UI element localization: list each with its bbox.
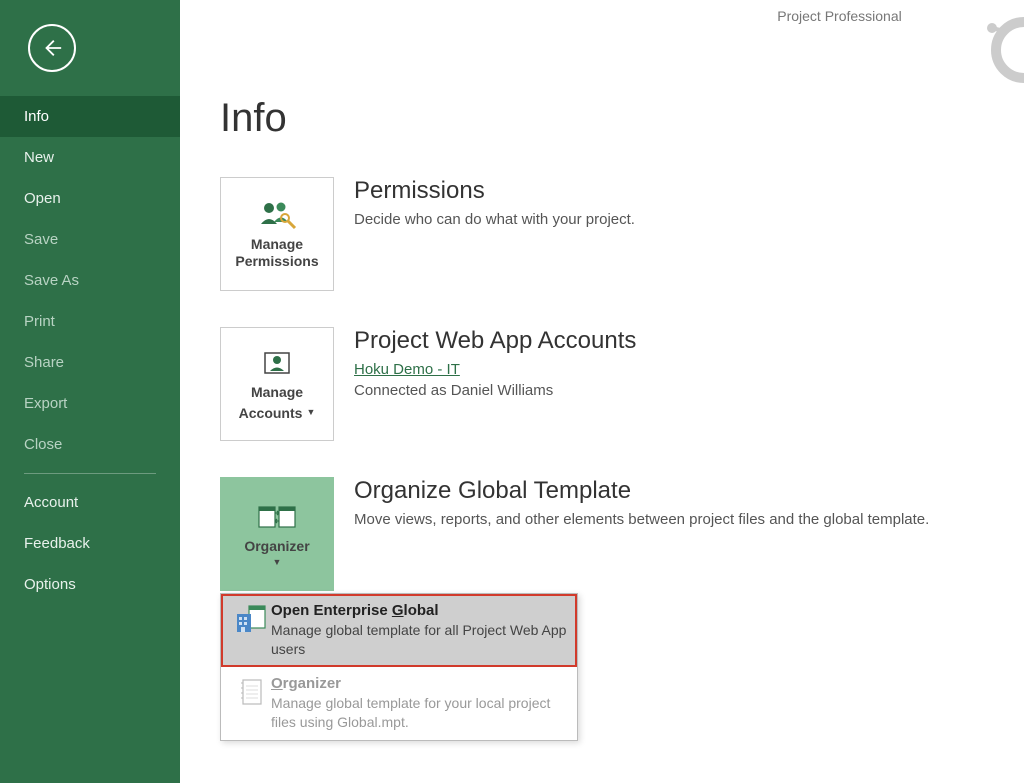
section-organize: Organizer ▼ Organize Global Template Mov… xyxy=(220,477,1024,591)
sidebar-separator xyxy=(24,473,156,474)
menu-item-desc: Manage global template for all Project W… xyxy=(271,621,567,659)
sidebar-item-new[interactable]: New xyxy=(0,137,180,178)
dropdown-caret-icon: ▼ xyxy=(306,407,315,418)
page-title: Info xyxy=(220,96,1024,141)
organizer-icon xyxy=(257,500,297,534)
accounts-link[interactable]: Hoku Demo - IT xyxy=(354,361,460,378)
accounts-body: Connected as Daniel Williams xyxy=(354,382,636,399)
app-title: Project Professional xyxy=(180,8,1024,24)
sidebar-item-save-as[interactable]: Save As xyxy=(0,260,180,301)
dropdown-caret-icon: ▼ xyxy=(273,557,282,568)
manage-permissions-button[interactable]: Manage Permissions xyxy=(220,177,334,291)
manage-accounts-button[interactable]: Manage Accounts ▼ xyxy=(220,327,334,441)
menu-item-organizer[interactable]: Organizer Manage global template for you… xyxy=(221,667,577,740)
notebook-icon xyxy=(231,675,271,707)
sidebar-item-share[interactable]: Share xyxy=(0,342,180,383)
sidebar-item-feedback[interactable]: Feedback xyxy=(0,523,180,564)
menu-item-desc: Manage global template for your local pr… xyxy=(271,694,567,732)
menu-item-title: Organizer xyxy=(271,675,567,692)
tile-label-line2: Accounts xyxy=(239,405,303,422)
menu-item-title: Open Enterprise Global xyxy=(271,602,567,619)
sidebar-item-print[interactable]: Print xyxy=(0,301,180,342)
sidebar-item-close[interactable]: Close xyxy=(0,424,180,465)
tile-label-line1: Manage xyxy=(235,236,318,253)
permissions-heading: Permissions xyxy=(354,177,635,205)
back-button[interactable] xyxy=(28,24,76,72)
tile-label-line2: Permissions xyxy=(235,253,318,270)
tile-label: Organizer xyxy=(244,538,309,555)
people-key-icon xyxy=(257,198,297,232)
corner-graphic xyxy=(984,10,1024,90)
arrow-left-icon xyxy=(41,37,63,59)
sidebar-item-options[interactable]: Options xyxy=(0,564,180,605)
sidebar-item-info[interactable]: Info xyxy=(0,96,180,137)
sidebar-item-account[interactable]: Account xyxy=(0,482,180,523)
enterprise-global-icon xyxy=(231,602,271,634)
section-accounts: Manage Accounts ▼ Project Web App Accoun… xyxy=(220,327,1024,441)
sidebar-item-export[interactable]: Export xyxy=(0,383,180,424)
sidebar-item-save[interactable]: Save xyxy=(0,219,180,260)
permissions-body: Decide who can do what with your project… xyxy=(354,211,635,228)
sidebar-item-open[interactable]: Open xyxy=(0,178,180,219)
tile-label-line1: Manage xyxy=(251,384,303,401)
organizer-button[interactable]: Organizer ▼ xyxy=(220,477,334,591)
backstage-sidebar: Info New Open Save Save As Print Share E… xyxy=(0,0,180,783)
section-permissions: Manage Permissions Permissions Decide wh… xyxy=(220,177,1024,291)
organize-heading: Organize Global Template xyxy=(354,477,929,505)
organizer-dropdown: Open Enterprise Global Manage global tem… xyxy=(220,593,578,741)
menu-item-open-enterprise-global[interactable]: Open Enterprise Global Manage global tem… xyxy=(221,594,577,667)
contact-card-icon xyxy=(262,346,292,380)
accounts-heading: Project Web App Accounts xyxy=(354,327,636,355)
organize-body: Move views, reports, and other elements … xyxy=(354,511,929,528)
